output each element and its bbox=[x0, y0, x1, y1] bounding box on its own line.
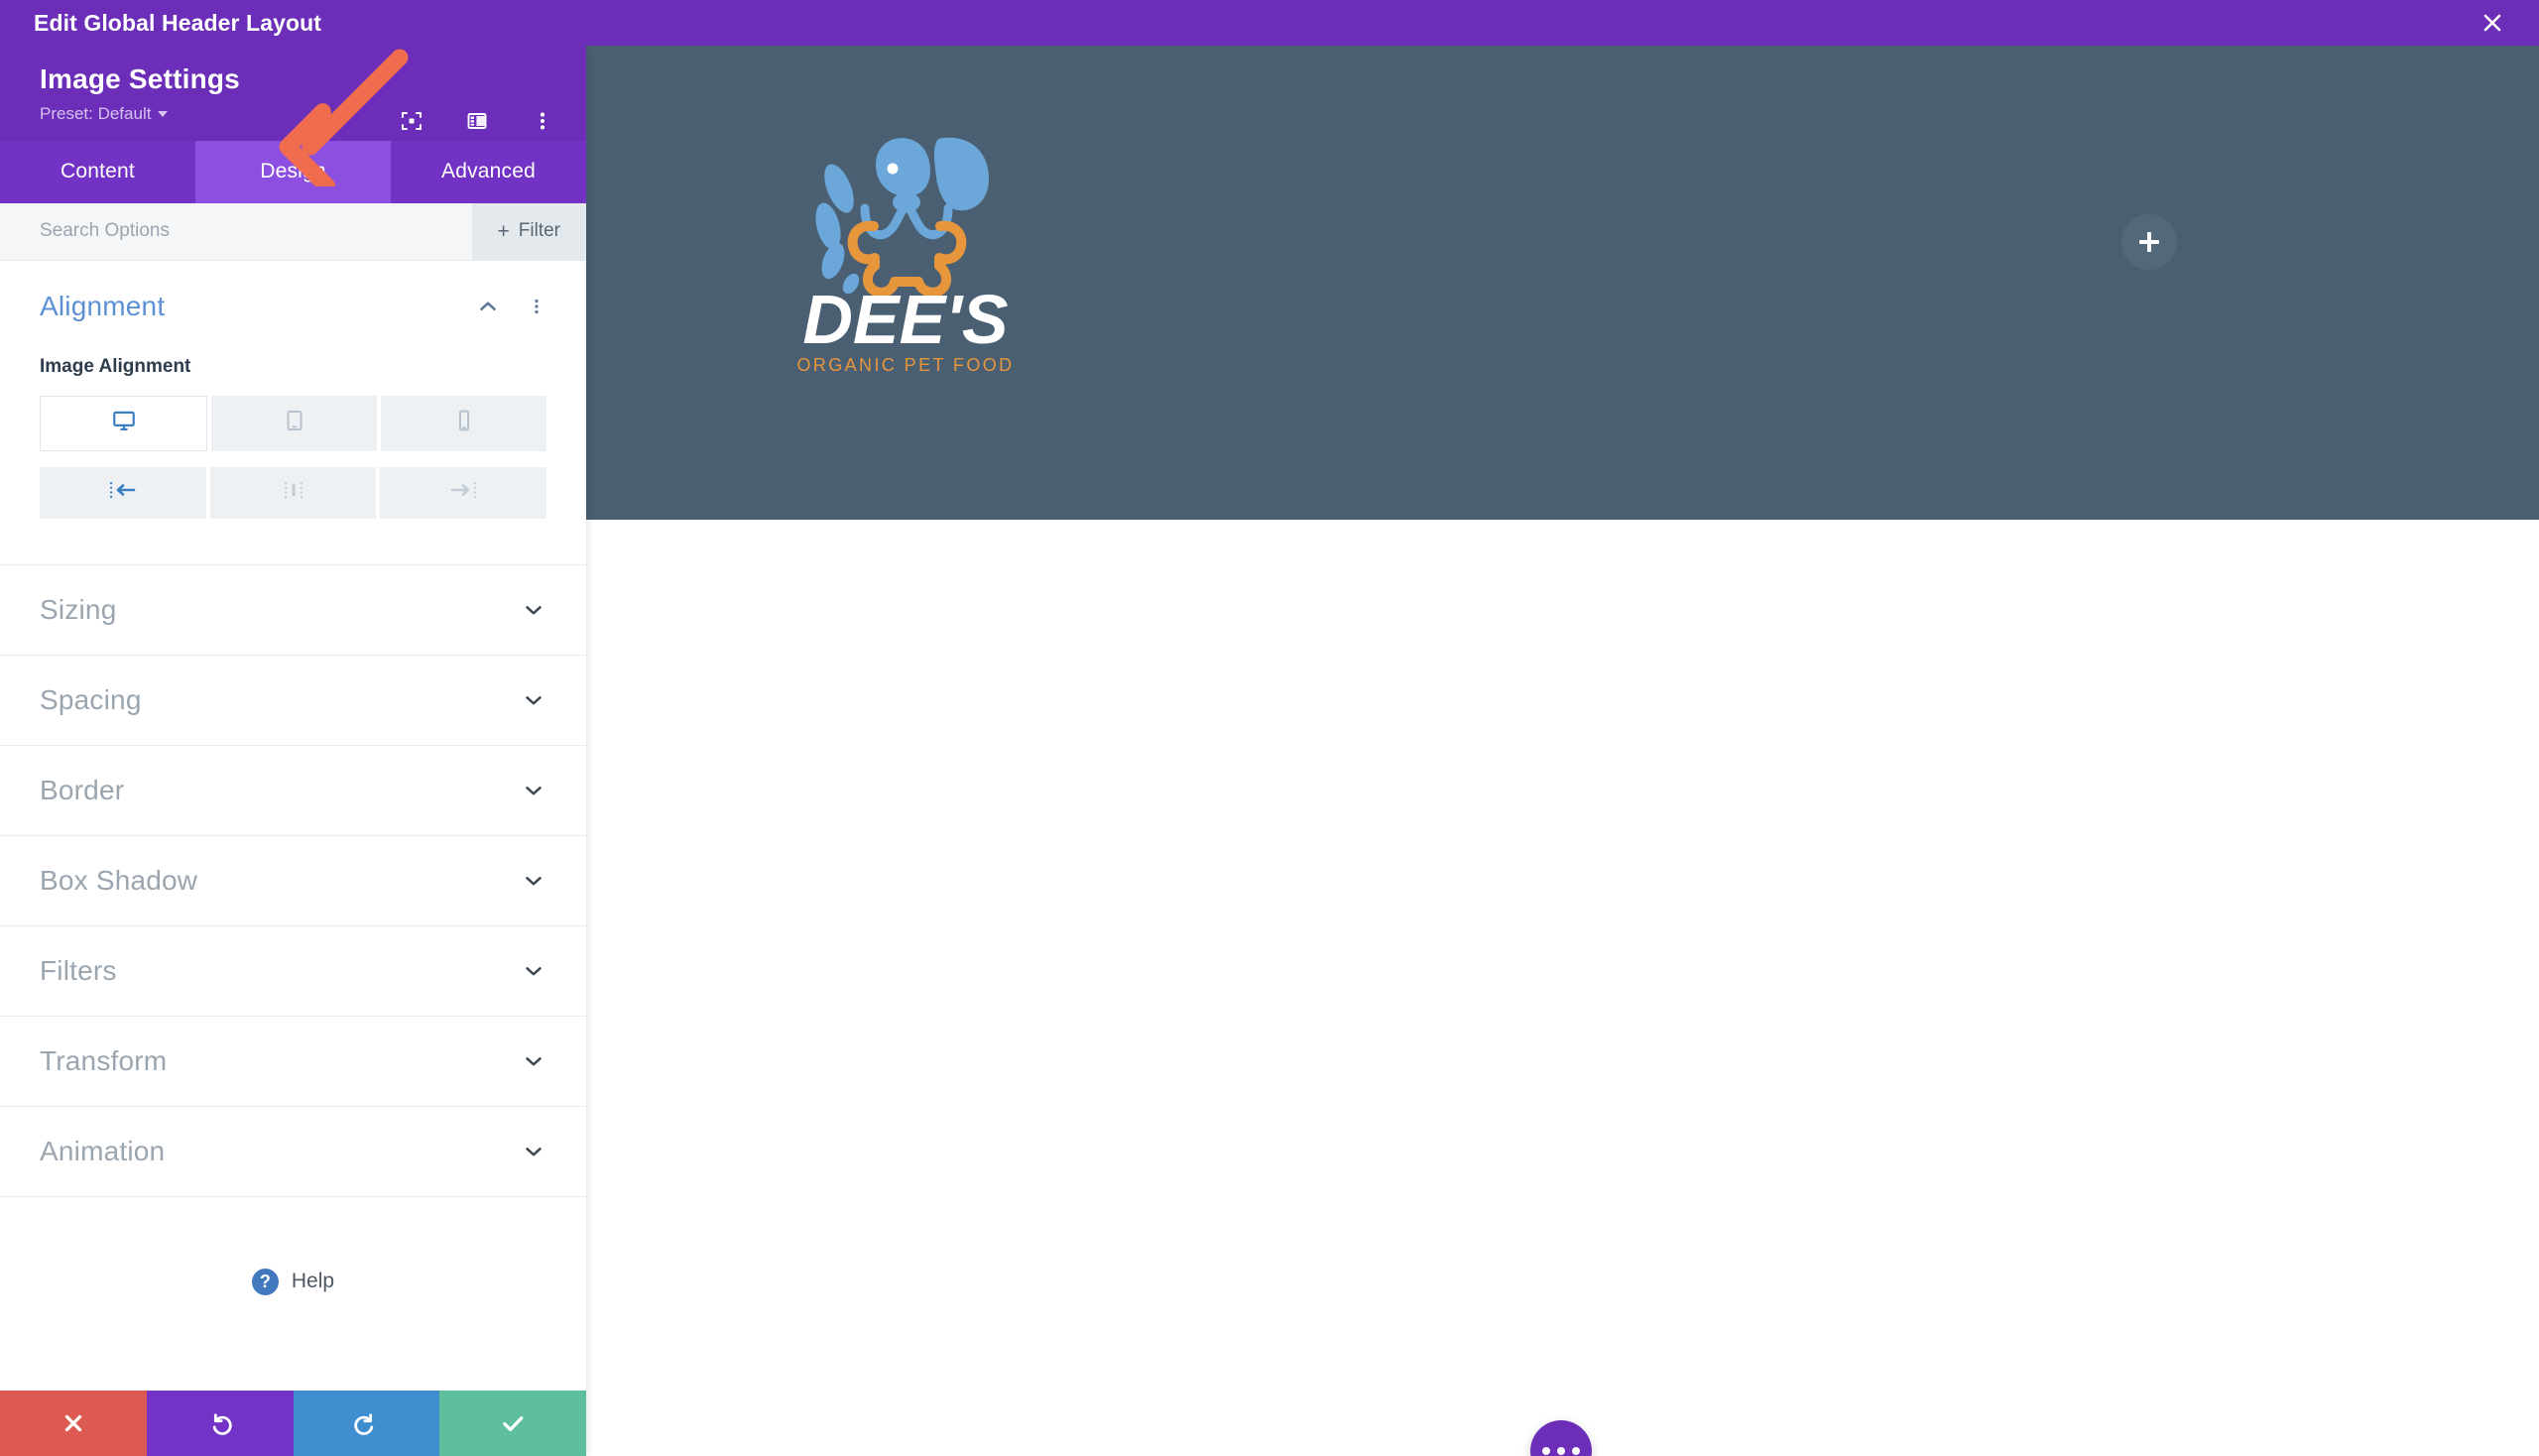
logo-tagline: ORGANIC PET FOOD bbox=[796, 355, 1014, 375]
undo-button[interactable] bbox=[146, 1391, 294, 1456]
panel-header-tools bbox=[400, 109, 554, 133]
filter-label: Filter bbox=[518, 220, 560, 242]
fab-dot bbox=[1557, 1447, 1565, 1455]
section-spacing[interactable]: Spacing bbox=[0, 656, 586, 746]
image-alignment-label: Image Alignment bbox=[40, 355, 191, 377]
preset-label: Preset: Default bbox=[40, 103, 152, 123]
chevron-down-icon[interactable] bbox=[521, 1048, 546, 1074]
section-border[interactable]: Border bbox=[0, 746, 586, 836]
section-title: Animation bbox=[40, 1135, 166, 1166]
save-button[interactable] bbox=[439, 1391, 586, 1456]
section-filters[interactable]: Filters bbox=[0, 926, 586, 1017]
site-logo[interactable]: DEE'S ORGANIC PET FOOD bbox=[782, 127, 1029, 385]
more-vertical-icon[interactable] bbox=[531, 109, 554, 133]
responsive-device-group bbox=[40, 395, 546, 451]
settings-tabs: Content Design Advanced bbox=[0, 140, 586, 203]
tab-design[interactable]: Design bbox=[195, 140, 391, 203]
section-title: Transform bbox=[40, 1044, 168, 1076]
section-transform[interactable]: Transform bbox=[0, 1017, 586, 1107]
filter-button[interactable]: + Filter bbox=[471, 202, 586, 260]
header-section: DEE'S ORGANIC PET FOOD bbox=[586, 46, 2539, 520]
section-title: Sizing bbox=[40, 593, 117, 625]
align-left-button[interactable] bbox=[40, 466, 206, 519]
chevron-down-icon[interactable] bbox=[521, 1139, 546, 1164]
chevron-down-icon[interactable] bbox=[521, 778, 546, 803]
tab-content[interactable]: Content bbox=[0, 141, 195, 203]
chevron-down-icon[interactable] bbox=[521, 868, 546, 894]
chevron-up-icon[interactable] bbox=[475, 294, 501, 319]
search-row: + Filter bbox=[0, 202, 586, 261]
search-input[interactable] bbox=[0, 220, 472, 243]
chevron-down-icon[interactable] bbox=[521, 958, 546, 984]
help-label: Help bbox=[291, 1270, 335, 1293]
section-animation[interactable]: Animation bbox=[0, 1107, 586, 1197]
section-title: Filters bbox=[40, 954, 117, 986]
section-title: Border bbox=[40, 774, 125, 805]
help-button[interactable]: ? Help bbox=[0, 1268, 586, 1295]
redo-button[interactable] bbox=[293, 1391, 440, 1456]
align-center-button[interactable] bbox=[209, 466, 377, 519]
section-box-shadow[interactable]: Box Shadow bbox=[0, 836, 586, 926]
panel-header: Image Settings Preset: Default bbox=[0, 46, 586, 141]
logo-wordmark: DEE'S bbox=[802, 281, 1008, 358]
chevron-down-icon[interactable] bbox=[521, 687, 546, 713]
focus-target-icon[interactable] bbox=[400, 109, 423, 133]
align-center-icon bbox=[279, 479, 308, 506]
device-toggle-tablet[interactable] bbox=[211, 395, 377, 451]
builder-titlebar: Edit Global Header Layout bbox=[0, 0, 2539, 46]
settings-body: Alignment Image Alignment Sizing Spacing… bbox=[0, 260, 586, 1391]
fab-dot bbox=[1572, 1447, 1580, 1455]
titlebar-title: Edit Global Header Layout bbox=[34, 9, 322, 36]
image-alignment-group bbox=[40, 466, 547, 519]
device-toggle-phone[interactable] bbox=[381, 395, 546, 451]
chevron-down-icon bbox=[158, 110, 169, 117]
align-left-icon bbox=[108, 479, 138, 506]
close-icon[interactable] bbox=[2476, 6, 2509, 40]
section-title: Box Shadow bbox=[40, 864, 198, 896]
chevron-down-icon[interactable] bbox=[521, 597, 546, 623]
section-title: Spacing bbox=[40, 683, 142, 715]
tab-advanced[interactable]: Advanced bbox=[391, 141, 586, 203]
add-module-button-left[interactable] bbox=[2121, 214, 2177, 270]
divi-builder-screen: DEE'S ORGANIC PET FOOD Edit Global Heade… bbox=[0, 0, 2539, 1456]
device-toggle-desktop[interactable] bbox=[40, 395, 207, 451]
layout-panel-icon[interactable] bbox=[465, 109, 489, 133]
panel-action-bar bbox=[0, 1391, 586, 1456]
section-sizing[interactable]: Sizing bbox=[0, 565, 586, 656]
help-circle-icon: ? bbox=[251, 1268, 279, 1295]
tablet-icon bbox=[283, 409, 306, 437]
module-settings-panel: Image Settings Preset: Default Content D… bbox=[0, 46, 586, 1456]
more-vertical-icon[interactable] bbox=[527, 296, 546, 317]
fab-dot bbox=[1542, 1447, 1550, 1455]
align-right-button[interactable] bbox=[380, 466, 547, 519]
desktop-icon bbox=[111, 408, 137, 438]
page-settings-fab[interactable] bbox=[1530, 1420, 1592, 1456]
section-alignment: Alignment Image Alignment bbox=[0, 261, 586, 519]
align-right-icon bbox=[448, 479, 478, 506]
cancel-button[interactable] bbox=[0, 1391, 147, 1456]
phone-icon bbox=[452, 409, 476, 437]
plus-icon: + bbox=[497, 219, 510, 243]
section-title: Alignment bbox=[40, 290, 166, 321]
section-alignment-header[interactable]: Alignment bbox=[40, 291, 546, 322]
dees-logo-svg: DEE'S ORGANIC PET FOOD bbox=[796, 137, 1014, 375]
panel-title: Image Settings bbox=[40, 63, 240, 94]
preset-selector[interactable]: Preset: Default bbox=[40, 103, 169, 124]
